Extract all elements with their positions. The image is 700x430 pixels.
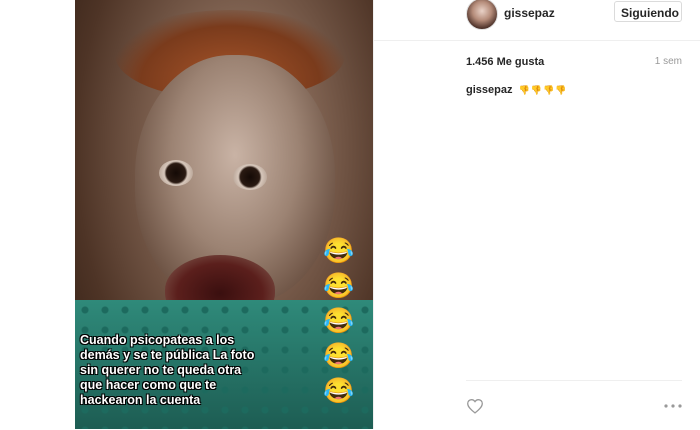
comment-username[interactable]: gissepaz <box>466 84 512 96</box>
emoji-column: 😂 😂 😂 😂 😂 <box>323 236 355 406</box>
post-header: gissepaz Siguiendo <box>374 0 700 41</box>
avatar[interactable] <box>466 0 498 30</box>
photo-left-eye <box>159 160 193 186</box>
laughing-emoji-icon: 😂 <box>323 237 355 265</box>
likes-count[interactable]: 1.456 Me gusta <box>466 56 544 68</box>
image-caption-overlay: Cuando psicopateas a los demás y se te p… <box>80 333 255 407</box>
post-actions <box>466 380 682 430</box>
laughing-emoji-icon: 😂 <box>323 272 355 300</box>
header-username[interactable]: gissepaz <box>504 6 555 20</box>
post-sidebar: gissepaz Siguiendo 1.456 Me gusta 1 sem … <box>373 0 700 429</box>
page-background <box>0 0 75 429</box>
heart-outline-icon[interactable] <box>466 398 484 414</box>
more-options-icon[interactable] <box>664 404 682 408</box>
laughing-emoji-icon: 😂 <box>323 307 355 335</box>
laughing-emoji-icon: 😂 <box>323 377 355 405</box>
post-image[interactable]: Cuando psicopateas a los demás y se te p… <box>75 0 373 429</box>
following-button[interactable]: Siguiendo <box>614 1 682 22</box>
post-timestamp[interactable]: 1 sem <box>655 56 682 67</box>
photo-right-eye <box>233 164 267 190</box>
caption-comment: gissepaz 👎👎👎👎 <box>466 84 567 96</box>
comment-text: 👎👎👎👎 <box>518 85 568 95</box>
laughing-emoji-icon: 😂 <box>323 342 355 370</box>
